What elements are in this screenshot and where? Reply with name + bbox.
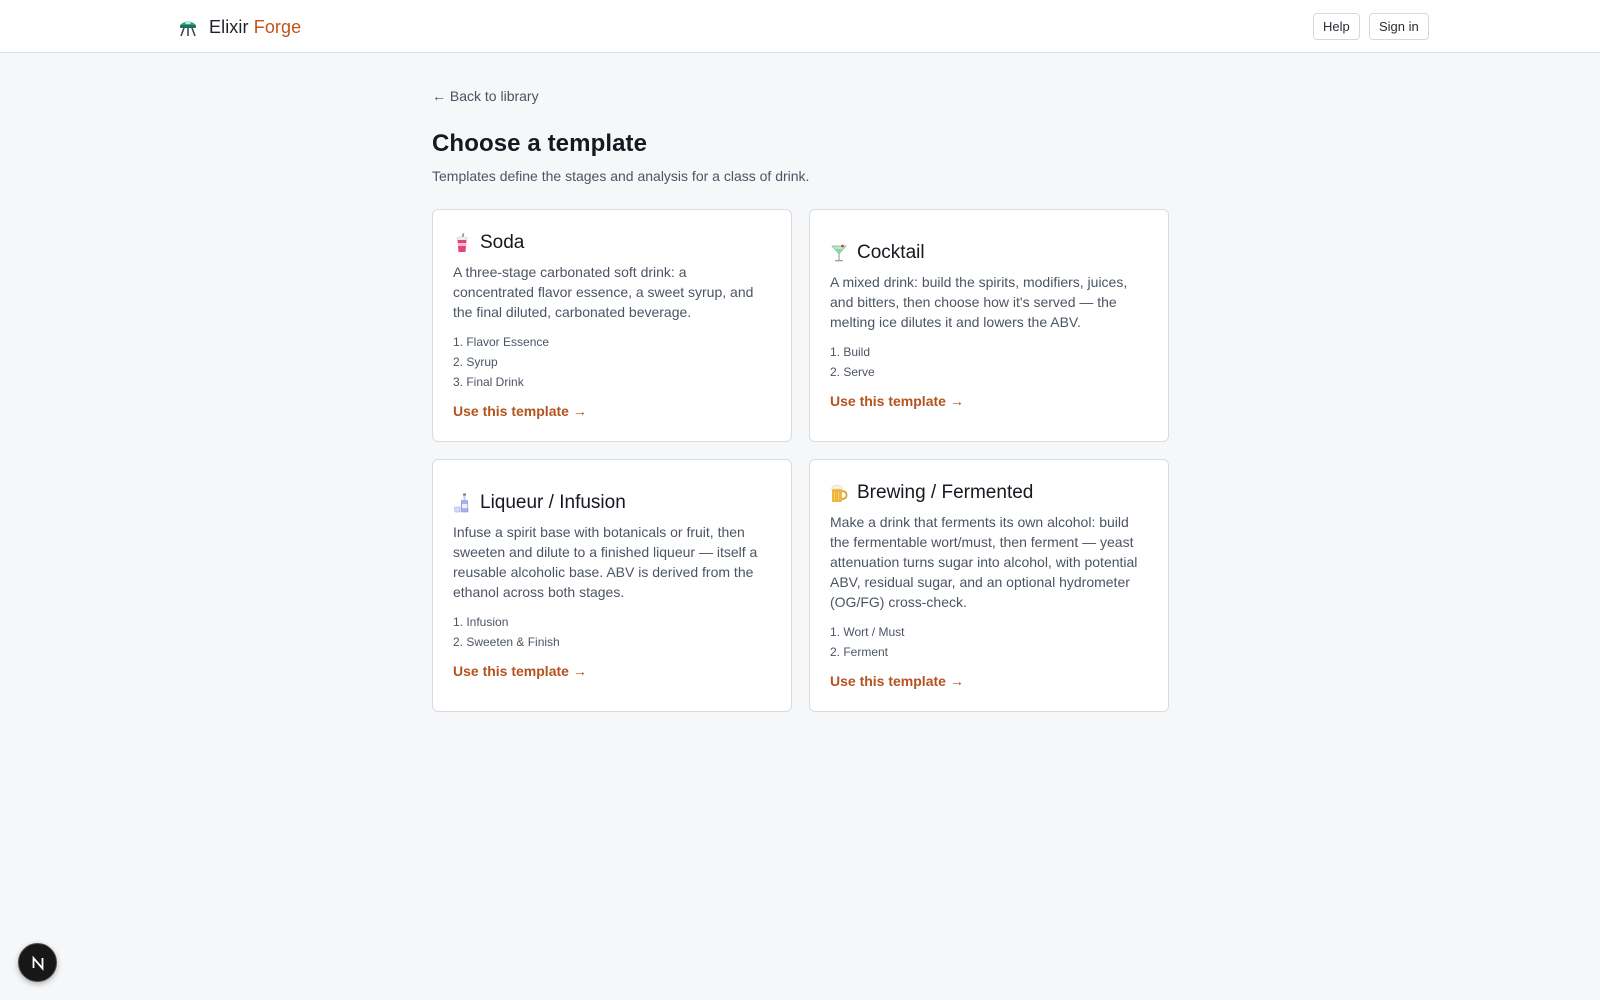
cocktail-glass-icon	[831, 244, 847, 262]
back-to-library-link[interactable]: ← Back to library	[432, 88, 539, 108]
template-card-cocktail[interactable]: Cocktail A mixed drink: build the spirit…	[809, 209, 1169, 442]
card-description: A three-stage carbonated soft drink: a c…	[453, 264, 754, 320]
template-card-liqueur[interactable]: Liqueur / Infusion Infuse a spirit base …	[432, 459, 792, 712]
card-title: Liqueur / Infusion	[480, 492, 626, 513]
page-title: Choose a template	[432, 130, 648, 157]
card-header: Liqueur / Infusion	[453, 492, 771, 514]
template-grid: Soda A three-stage carbonated soft drink…	[432, 209, 1169, 712]
stage-list: 1. Wort / Must 2. Ferment	[830, 622, 1148, 662]
stage-item: 2. Ferment	[830, 645, 889, 659]
stage-item: 2. Serve	[830, 365, 875, 379]
template-card-soda[interactable]: Soda A three-stage carbonated soft drink…	[432, 209, 792, 442]
card-header: Brewing / Fermented	[830, 482, 1148, 504]
template-card-brewing[interactable]: Brewing / Fermented Make a drink that fe…	[809, 459, 1169, 712]
card-title: Brewing / Fermented	[857, 482, 1034, 503]
brand-home-link[interactable]: Elixir Forge	[177, 14, 301, 40]
stage-item: 1. Wort / Must	[830, 625, 905, 639]
stage-item: 3. Final Drink	[453, 375, 524, 389]
stage-item: 1. Flavor Essence	[453, 335, 550, 349]
use-template-link-cocktail[interactable]: Use this template →	[830, 393, 1148, 409]
top-navigation-bar: Elixir Forge Help Sign in	[0, 0, 1600, 53]
card-title: Soda	[480, 232, 525, 253]
bottle-icon	[454, 493, 469, 513]
brand-name: Elixir Forge	[209, 17, 301, 38]
card-header: Cocktail	[830, 242, 1148, 264]
use-template-link-liqueur[interactable]: Use this template →	[453, 663, 771, 679]
stage-item: 2. Sweeten & Finish	[453, 635, 560, 649]
stage-list: 1. Flavor Essence 2. Syrup 3. Final Drin…	[453, 332, 771, 392]
brand-primary: Elixir	[209, 16, 249, 37]
stage-item: 1. Build	[830, 345, 871, 359]
stage-item: 2. Syrup	[453, 355, 498, 369]
next-dev-tools-button[interactable]	[18, 943, 57, 982]
soda-cup-icon	[456, 233, 468, 252]
page-subtitle: Templates define the stages and analysis…	[432, 168, 810, 184]
flask-icon	[180, 21, 196, 37]
card-description: Make a drink that ferments its own alcoh…	[830, 514, 1138, 610]
card-description: Infuse a spirit base with botanicals or …	[453, 524, 758, 600]
stage-list: 1. Infusion 2. Sweeten & Finish	[453, 612, 771, 652]
stage-item: 1. Infusion	[453, 615, 509, 629]
main-content: ← Back to library Choose a template Temp…	[432, 88, 1169, 712]
card-description: A mixed drink: build the spirits, modifi…	[830, 274, 1128, 330]
brand-accent: Forge	[253, 16, 302, 37]
use-template-link-soda[interactable]: Use this template →	[453, 403, 771, 419]
help-button[interactable]: Help	[1313, 13, 1360, 40]
use-template-link-brewing[interactable]: Use this template →	[830, 673, 1148, 689]
sign-in-button[interactable]: Sign in	[1369, 13, 1429, 40]
card-title: Cocktail	[857, 242, 925, 263]
stage-list: 1. Build 2. Serve	[830, 342, 1148, 382]
next-logo-icon	[32, 955, 43, 971]
beer-mug-icon	[831, 484, 848, 502]
card-header: Soda	[453, 232, 771, 254]
